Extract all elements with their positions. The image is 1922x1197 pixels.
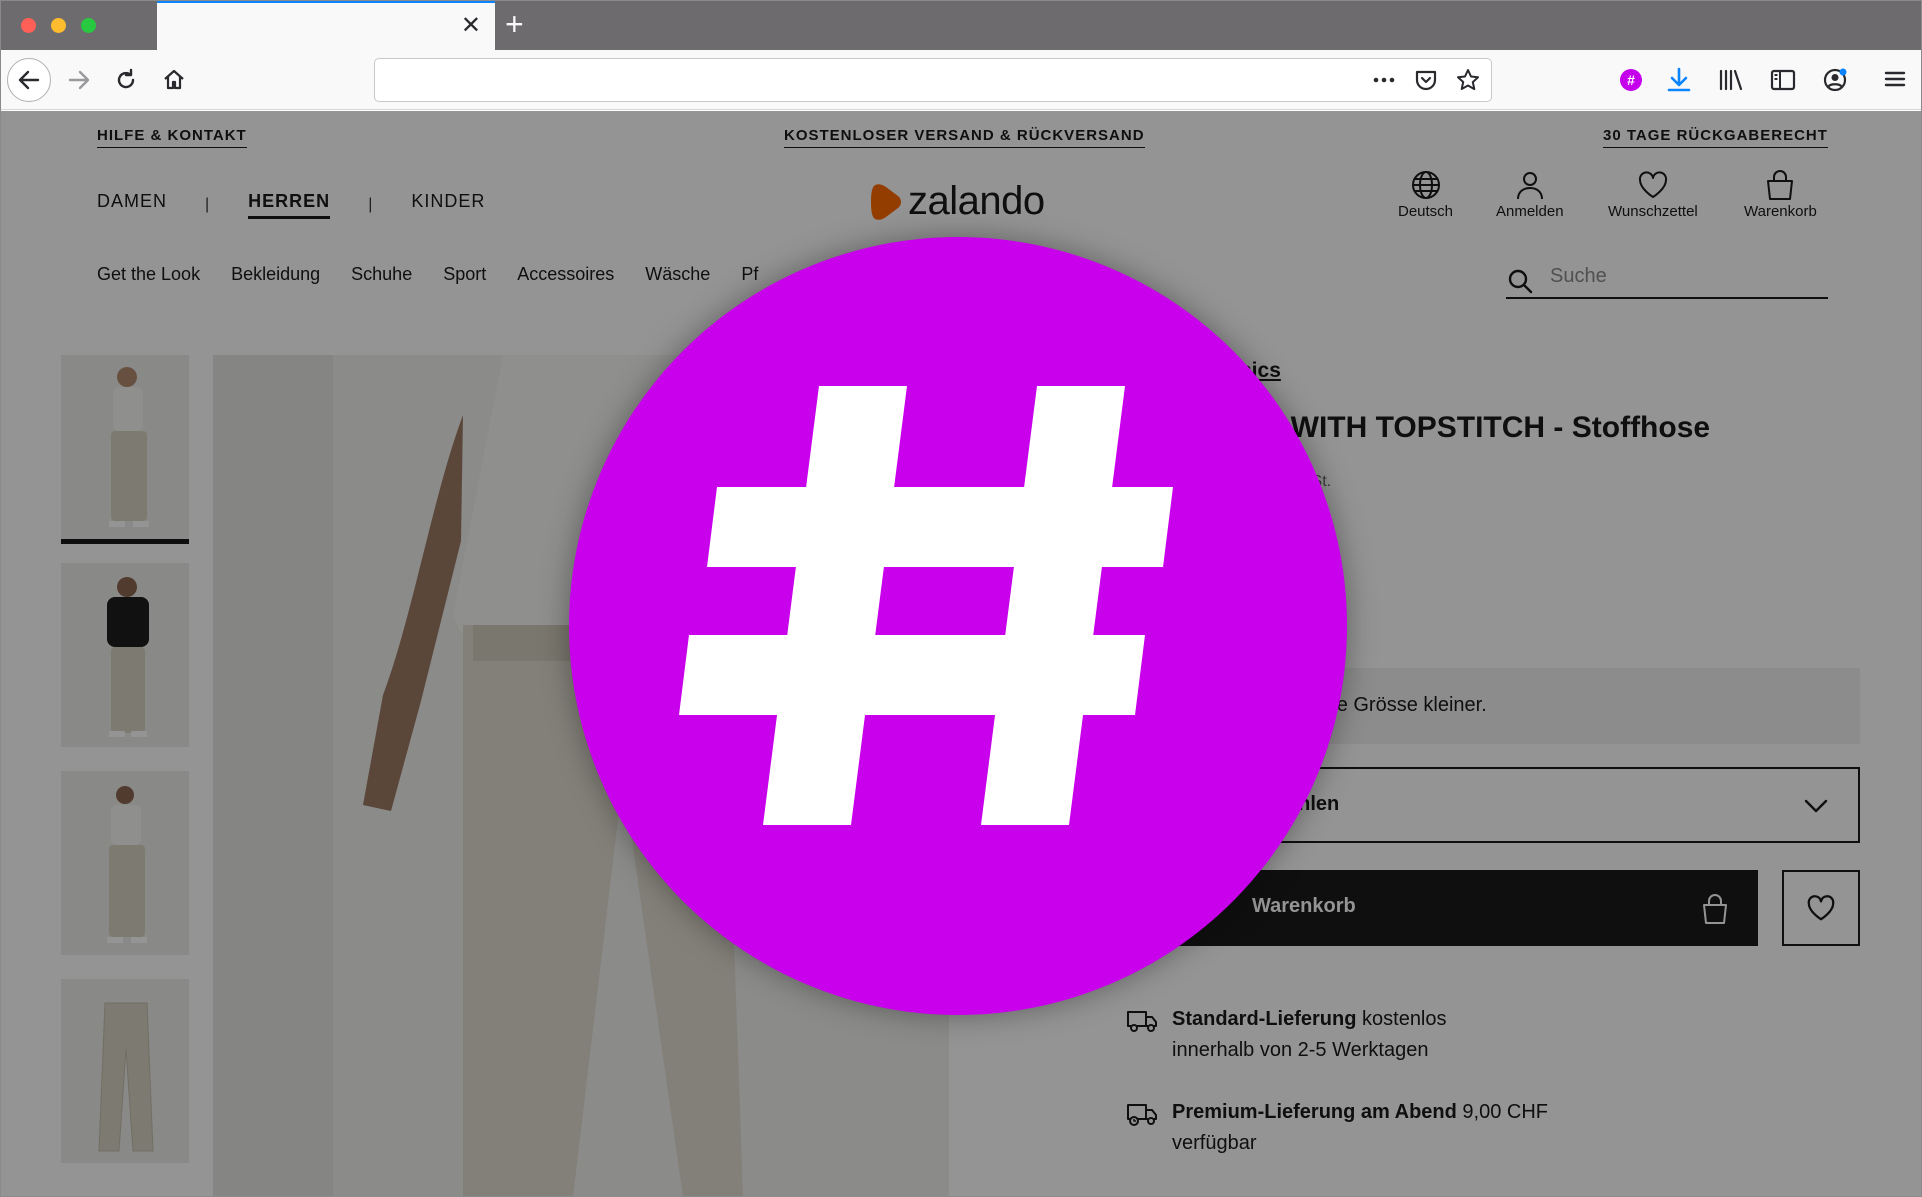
tab-close-icon[interactable]: ✕: [461, 14, 481, 38]
account-icon[interactable]: [1820, 64, 1850, 96]
pocket-icon[interactable]: [1413, 67, 1439, 93]
browser-tab-active[interactable]: ✕: [157, 0, 495, 50]
hamburger-icon: [1884, 71, 1906, 87]
hashtag-overlay-badge[interactable]: [569, 237, 1347, 1015]
back-button[interactable]: [7, 58, 51, 102]
arrow-right-icon: [68, 70, 90, 90]
maximize-window-button[interactable]: [81, 18, 96, 33]
arrow-left-icon: [18, 70, 40, 90]
hashtag-icon: [679, 386, 1173, 825]
browser-right-tools: #: [1620, 64, 1850, 96]
url-bar[interactable]: [374, 58, 1492, 102]
menu-button[interactable]: [1880, 64, 1910, 94]
browser-tabstrip: ✕ +: [0, 0, 1922, 50]
reload-button[interactable]: [104, 58, 148, 102]
close-window-button[interactable]: [21, 18, 36, 33]
new-tab-button[interactable]: +: [505, 8, 524, 40]
bookmark-star-icon[interactable]: [1455, 67, 1481, 93]
home-icon: [164, 69, 184, 90]
reload-icon: [117, 68, 135, 89]
hashtag-extension-icon[interactable]: #: [1620, 69, 1642, 91]
browser-toolbar: #: [0, 50, 1922, 110]
minimize-window-button[interactable]: [51, 18, 66, 33]
sidebar-icon[interactable]: [1768, 64, 1798, 96]
forward-button[interactable]: [57, 58, 101, 102]
library-icon[interactable]: [1716, 64, 1746, 96]
page-actions-icon[interactable]: [1371, 67, 1397, 93]
home-button[interactable]: [152, 58, 196, 102]
downloads-icon[interactable]: [1664, 64, 1694, 96]
